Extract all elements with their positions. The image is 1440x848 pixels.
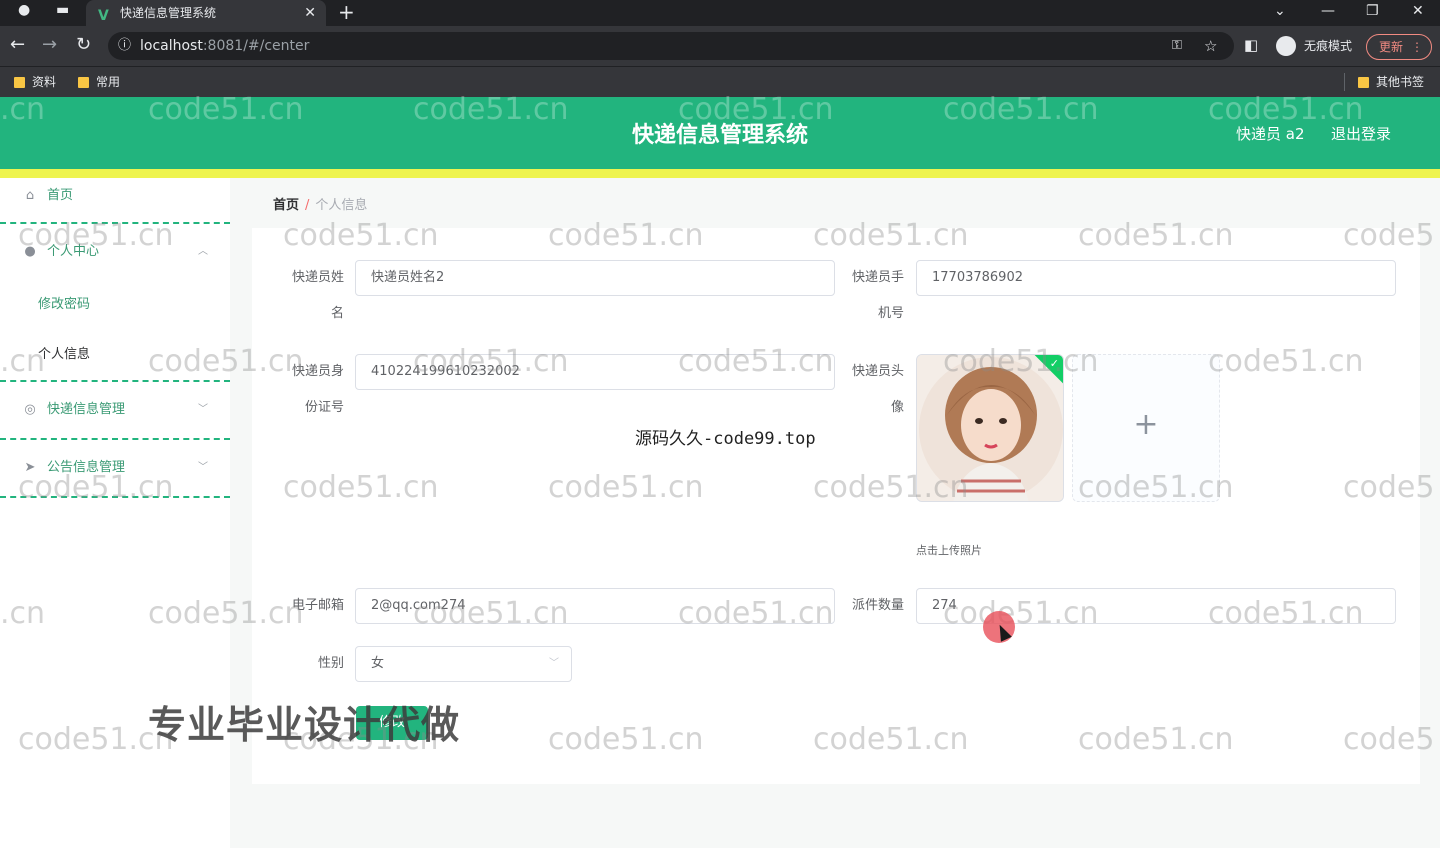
id-label: 快递员身 (291, 364, 344, 379)
folder-icon (1358, 77, 1369, 88)
app-title: 快递信息管理系统 (631, 123, 808, 148)
gender-label: 性别 (317, 656, 344, 671)
bookmark-label: 资料 (32, 75, 57, 89)
more-menu-icon[interactable]: ⋮ (1411, 35, 1423, 59)
gender-value: 女 (371, 656, 385, 671)
sidebar-item-notice[interactable]: ➤ 公告信息管理 ﹀ (0, 440, 230, 498)
sidebar-item-personal-center[interactable]: ● 个人中心 ︿ 修改密码 个人信息 (0, 224, 230, 382)
url-host: localhost (140, 38, 203, 54)
avatar-label: 快递员头 (851, 364, 904, 379)
folder-icon (78, 77, 89, 88)
user-icon: ● (24, 244, 36, 259)
tab-list-icon[interactable]: ⌄ (1274, 0, 1286, 22)
incognito-icon (1276, 36, 1296, 56)
avatar-portrait (917, 355, 1063, 501)
chevron-down-icon: ﹀ (198, 462, 208, 473)
submenu-personal-info[interactable]: 个人信息 (38, 346, 90, 364)
id-label-cont: 份证号 (304, 400, 344, 415)
phone-label-cont: 机号 (877, 306, 904, 321)
window-close-icon[interactable]: ✕ (1412, 0, 1424, 22)
phone-label: 快递员手 (851, 270, 904, 285)
ad-overlay: 专业毕业设计代做 (148, 703, 461, 747)
update-button[interactable]: 更新 ⋮ (1366, 34, 1432, 60)
sidebar-item-label: 个人中心 (47, 244, 100, 259)
tab-search-icon[interactable]: ▬ (56, 2, 69, 18)
sidepanel-icon[interactable]: ◧ (1244, 34, 1258, 56)
submenu-change-password[interactable]: 修改密码 (38, 296, 90, 314)
id-card-field[interactable]: 410224199610232002 (355, 354, 835, 390)
sidebar-item-label: 快递信息管理 (47, 402, 126, 417)
home-icon: ⌂ (25, 188, 35, 203)
site-info-icon[interactable]: ⓘ (118, 32, 131, 60)
forward-icon[interactable]: → (42, 34, 57, 56)
address-bar[interactable]: ⓘ localhost:8081/#/center ⚿ ☆ (108, 32, 1234, 60)
name-label: 快递员姓 (291, 270, 344, 285)
update-label: 更新 (1379, 40, 1404, 54)
key-icon[interactable]: ⚿ (1172, 32, 1182, 60)
reload-icon[interactable]: ↻ (76, 34, 91, 56)
address-toolbar: ← → ↻ ⓘ localhost:8081/#/center ⚿ ☆ ◧ 无痕… (0, 26, 1440, 66)
email-field[interactable]: 2@qq.com274 (355, 588, 835, 624)
restore-icon[interactable]: ❐ (1366, 0, 1379, 22)
source-note-overlay: 源码久久-code99.top (635, 429, 816, 449)
other-bookmarks[interactable]: 其他书签 (1358, 72, 1424, 92)
name-field[interactable]: 快递员姓名2 (355, 260, 835, 296)
chevron-up-icon: ︿ (198, 246, 208, 257)
folder-icon (14, 77, 25, 88)
sidebar-item-label: 公告信息管理 (47, 460, 126, 475)
upload-trigger[interactable]: + (1072, 354, 1220, 502)
profile-label: 无痕模式 (1304, 39, 1353, 53)
close-tab-icon[interactable]: ✕ (304, 0, 316, 26)
upload-tip: 点击上传照片 (916, 544, 982, 557)
sidebar-item-label: 首页 (47, 188, 74, 203)
browser-menu-icon[interactable]: ● (18, 2, 30, 18)
tab-bar: ● ▬ V 快递信息管理系统 ✕ + ⌄ — ❐ ✕ (0, 0, 1440, 26)
current-user: 快递员 a2 (1236, 125, 1305, 143)
compass-icon: ◎ (24, 402, 36, 417)
breadcrumb: 首页 / 个人信息 (273, 194, 367, 213)
email-label: 电子邮箱 (291, 598, 344, 613)
check-icon: ✓ (1049, 357, 1059, 370)
bookmark-label: 常用 (96, 75, 121, 89)
bookmark-folder-1[interactable]: 资料 (14, 72, 56, 92)
incognito-profile[interactable]: 无痕模式 (1276, 33, 1352, 59)
tab-title: 快递信息管理系统 (120, 6, 217, 20)
sidebar-item-home[interactable]: ⌂ 首页 (0, 178, 230, 224)
paper-plane-icon: ➤ (24, 460, 36, 475)
avatar-label-cont: 像 (890, 400, 904, 415)
logout-link[interactable]: 退出登录 (1331, 123, 1391, 144)
chevron-down-icon: ﹀ (549, 658, 559, 669)
gender-select[interactable]: 女 ﹀ (355, 646, 572, 682)
sidebar-item-express[interactable]: ◎ 快递信息管理 ﹀ (0, 382, 230, 440)
bookmark-star-icon[interactable]: ☆ (1204, 32, 1217, 60)
other-bookmarks-label: 其他书签 (1376, 75, 1425, 89)
name-label-cont: 名 (330, 306, 344, 321)
chevron-down-icon: ﹀ (198, 404, 208, 415)
url-path: :8081/#/center (202, 38, 310, 54)
delivery-count-label: 派件数量 (851, 598, 904, 613)
bookmark-folder-2[interactable]: 常用 (78, 72, 120, 92)
bookmarks-bar: 资料 常用 其他书签 (0, 66, 1440, 97)
minimize-icon[interactable]: — (1321, 0, 1335, 22)
bookmark-divider (1344, 73, 1345, 91)
avatar-image[interactable]: ✓ (916, 354, 1064, 502)
header-accent-strip (0, 169, 1440, 178)
app-header: 快递信息管理系统 快递员 a2 退出登录 (0, 97, 1440, 169)
active-tab[interactable]: V 快递信息管理系统 ✕ (86, 0, 326, 26)
breadcrumb-current: 个人信息 (315, 198, 368, 213)
breadcrumb-separator: / (305, 198, 310, 213)
plus-icon: + (1133, 407, 1159, 442)
new-tab-icon[interactable]: + (338, 0, 355, 24)
breadcrumb-home[interactable]: 首页 (273, 198, 299, 213)
phone-field[interactable]: 17703786902 (916, 260, 1396, 296)
back-icon[interactable]: ← (10, 34, 25, 56)
browser-chrome: ● ▬ V 快递信息管理系统 ✕ + ⌄ — ❐ ✕ ← → ↻ ⓘ local… (0, 0, 1440, 97)
